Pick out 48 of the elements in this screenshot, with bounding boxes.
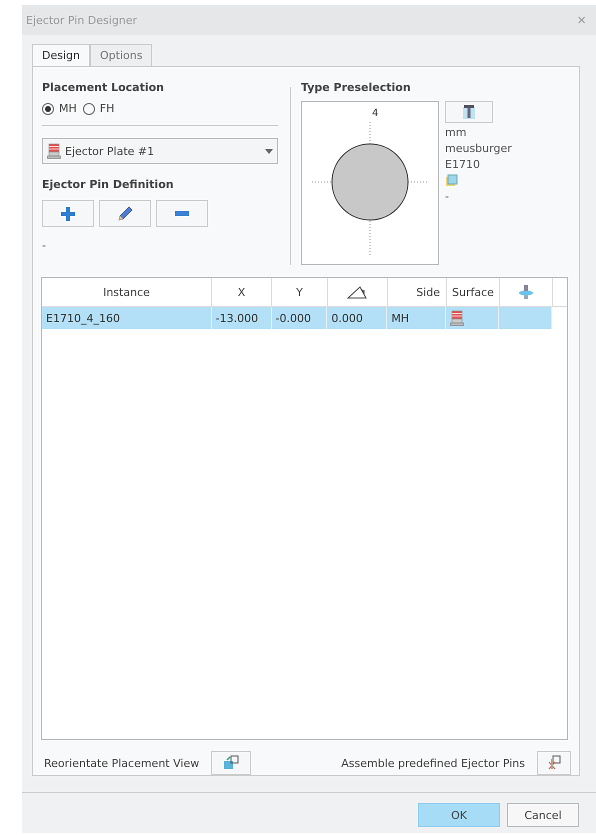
plate-stack-icon	[450, 310, 464, 326]
cube-icon	[445, 174, 458, 187]
tab[interactable]: Design	[32, 44, 90, 67]
section-heading: Ejector Pin Definition	[42, 178, 175, 191]
section-heading: Type Preselection	[301, 81, 412, 94]
pin-icon	[518, 284, 534, 300]
pencil-icon	[116, 204, 134, 222]
reorient-icon	[223, 755, 240, 771]
table-cell: -13.000	[212, 307, 272, 329]
vendor-text: meusburger	[445, 142, 512, 155]
pin-icon	[462, 104, 476, 120]
plus-icon	[61, 206, 75, 220]
add-button[interactable]	[42, 200, 94, 227]
radio-option[interactable]: MH	[42, 102, 77, 115]
column-header[interactable]: Side	[388, 278, 447, 306]
cancel-button[interactable]: Cancel	[507, 803, 579, 827]
table-cell: MH	[387, 307, 446, 329]
reorient-button[interactable]	[211, 751, 252, 775]
plate-dropdown[interactable]: Ejector Plate #1	[42, 138, 278, 164]
angle-icon	[346, 285, 368, 299]
assemble-icon	[546, 755, 562, 771]
ok-button[interactable]: OK	[418, 803, 500, 827]
assemble-button[interactable]	[537, 751, 571, 775]
table-cell: -0.000	[272, 307, 328, 329]
column-header[interactable]: Y	[272, 278, 328, 306]
column-header[interactable]: Surface	[447, 278, 500, 306]
unit-text: mm	[445, 126, 468, 139]
remove-button[interactable]	[156, 200, 208, 227]
pin-type-button[interactable]	[445, 101, 493, 123]
section-heading: Placement Location	[42, 81, 166, 94]
column-header[interactable]: Instance	[42, 278, 212, 306]
table-cell: E1710_4_160	[42, 307, 212, 329]
type-text: E1710	[445, 158, 481, 171]
definition-status: -	[42, 239, 47, 252]
window-title: Ejector Pin Designer	[26, 14, 138, 26]
edit-button[interactable]	[99, 200, 151, 227]
column-header[interactable]: X	[212, 278, 272, 306]
radio-option[interactable]: FH	[82, 102, 114, 115]
minus-icon	[175, 211, 189, 216]
plate-stack-icon	[47, 143, 61, 159]
table-row[interactable]: E1710_4_160 -13.000 -0.000 0.000 MH	[42, 307, 552, 329]
caret-icon	[265, 148, 273, 154]
reorient-label: Reorientate Placement View	[44, 756, 200, 770]
diameter-label: 4	[372, 108, 378, 119]
tab[interactable]: Options	[90, 44, 152, 67]
preselection-status: -	[445, 190, 450, 203]
table-cell: 0.000	[327, 307, 388, 329]
assemble-label: Assemble predefined Ejector Pins	[341, 756, 525, 770]
